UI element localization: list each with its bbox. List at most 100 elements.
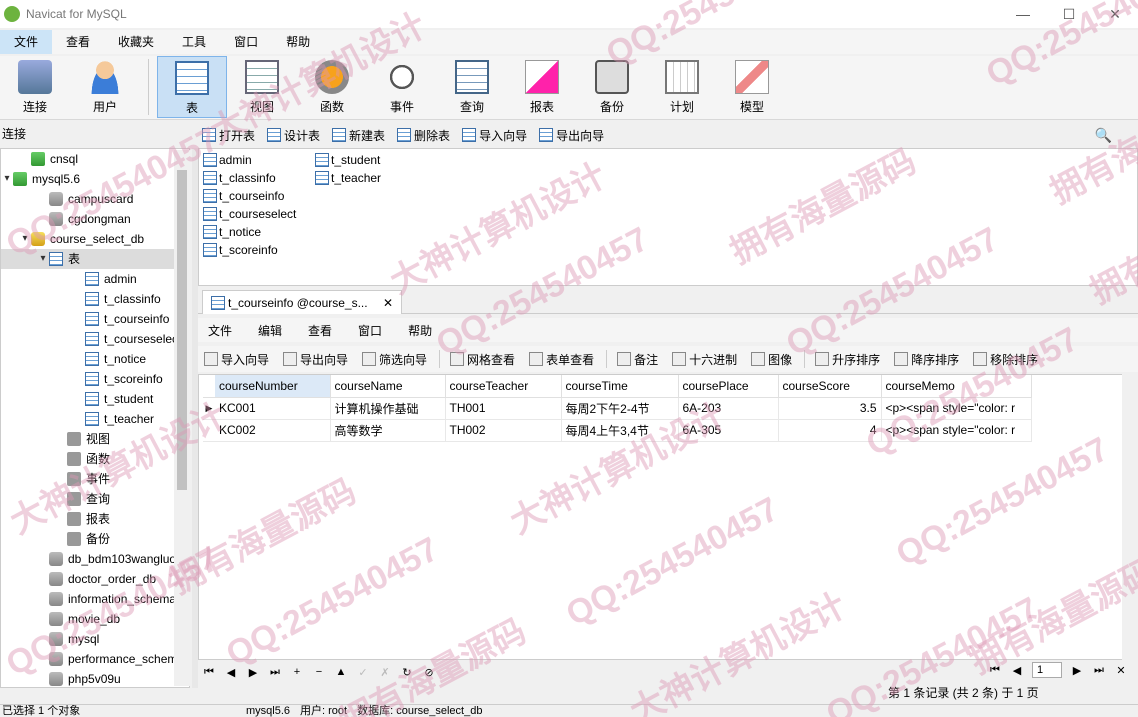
sub-menu-help[interactable]: 帮助 bbox=[398, 322, 442, 339]
column-header[interactable]: courseName bbox=[330, 375, 446, 398]
import-wizard-button[interactable]: 导入向导 bbox=[458, 127, 527, 144]
tree-item[interactable]: t_scoreinfo bbox=[1, 369, 189, 389]
export-wizard-button[interactable]: 导出向导 bbox=[277, 351, 348, 368]
table-row[interactable]: ▶ KC001 计算机操作基础 TH001 每周2下午2-4节 6A-203 3.5 <p><… bbox=[203, 397, 1032, 420]
toolbar-user-button[interactable]: 用户 bbox=[70, 56, 140, 118]
tab-t-courseinfo[interactable]: t_courseinfo @course_s... ✕ bbox=[202, 290, 402, 314]
minimize-button[interactable]: — bbox=[1000, 0, 1046, 28]
tree-item[interactable]: 查询 bbox=[1, 489, 189, 509]
menu-help[interactable]: 帮助 bbox=[272, 30, 324, 54]
hex-button[interactable]: 十六进制 bbox=[666, 351, 737, 368]
menu-favorites[interactable]: 收藏夹 bbox=[104, 30, 168, 54]
close-button[interactable]: ✕ bbox=[1092, 0, 1138, 28]
table-cell[interactable]: 6A-305 bbox=[678, 419, 779, 442]
table-cell[interactable]: 3.5 bbox=[778, 397, 882, 420]
image-button[interactable]: 图像 bbox=[745, 351, 792, 368]
page-number-input[interactable]: 1 bbox=[1032, 662, 1062, 678]
menu-tools[interactable]: 工具 bbox=[168, 30, 220, 54]
table-cell[interactable]: 高等数学 bbox=[330, 419, 446, 442]
sort-desc-button[interactable]: 降序排序 bbox=[888, 351, 959, 368]
stop-icon[interactable]: ⊘ bbox=[418, 666, 440, 679]
table-cell[interactable]: TH002 bbox=[445, 419, 562, 442]
tree-item[interactable]: t_courseinfo bbox=[1, 309, 189, 329]
delete-table-button[interactable]: 删除表 bbox=[393, 127, 450, 144]
prev-page-icon[interactable]: ◀ bbox=[1006, 664, 1028, 677]
delete-record-icon[interactable]: − bbox=[308, 666, 330, 678]
toolbar-event-button[interactable]: 事件 bbox=[367, 56, 437, 118]
toolbar-connection-button[interactable]: 连接 bbox=[0, 56, 70, 118]
table-cell[interactable]: 每周2下午2-4节 bbox=[561, 397, 679, 420]
tree-item[interactable]: t_classinfo bbox=[1, 289, 189, 309]
tree-item[interactable]: cnsql bbox=[1, 149, 189, 169]
table-cell[interactable]: <p><span style="color: r bbox=[881, 397, 1032, 420]
tree-item[interactable]: cgdongman bbox=[1, 209, 189, 229]
last-page-icon[interactable]: ⏭ bbox=[1088, 664, 1110, 677]
table-object[interactable]: t_courseselect bbox=[201, 205, 296, 223]
table-object[interactable]: t_classinfo bbox=[201, 169, 296, 187]
table-cell[interactable]: 4 bbox=[778, 419, 882, 442]
sort-asc-button[interactable]: 升序排序 bbox=[809, 351, 880, 368]
table-cell[interactable]: TH001 bbox=[445, 397, 562, 420]
memo-button[interactable]: 备注 bbox=[611, 351, 658, 368]
table-object[interactable]: t_scoreinfo bbox=[201, 241, 296, 259]
tree-item[interactable]: ▾ 表 bbox=[1, 249, 189, 269]
tree-item[interactable]: movie_db bbox=[1, 609, 189, 629]
tree-item[interactable]: doctor_order_db bbox=[1, 569, 189, 589]
next-record-icon[interactable]: ▶ bbox=[242, 666, 264, 679]
next-page-icon[interactable]: ▶ bbox=[1066, 664, 1088, 677]
tree-item[interactable]: performance_schema bbox=[1, 649, 189, 669]
tree-item[interactable]: 事件 bbox=[1, 469, 189, 489]
table-object[interactable]: admin bbox=[201, 151, 296, 169]
tree-item[interactable]: php5v09u bbox=[1, 669, 189, 687]
toolbar-backup-button[interactable]: 备份 bbox=[577, 56, 647, 118]
grid-scrollbar[interactable] bbox=[1122, 374, 1138, 660]
prev-record-icon[interactable]: ◀ bbox=[220, 666, 242, 679]
maximize-button[interactable]: ☐ bbox=[1046, 0, 1092, 28]
tree-item[interactable]: t_courseselect bbox=[1, 329, 189, 349]
column-header[interactable]: courseTime bbox=[561, 375, 679, 398]
toolbar-query-button[interactable]: 查询 bbox=[437, 56, 507, 118]
filter-wizard-button[interactable]: 筛选向导 bbox=[356, 351, 427, 368]
menu-window[interactable]: 窗口 bbox=[220, 30, 272, 54]
table-cell[interactable]: KC002 bbox=[215, 419, 331, 442]
table-cell[interactable]: 每周4上午3,4节 bbox=[561, 419, 679, 442]
form-view-button[interactable]: 表单查看 bbox=[523, 351, 594, 368]
expand-arrow-icon[interactable]: ▾ bbox=[1, 169, 13, 189]
table-cell[interactable]: 计算机操作基础 bbox=[330, 397, 446, 420]
column-header[interactable]: courseNumber bbox=[215, 375, 331, 398]
expand-arrow-icon[interactable]: ▾ bbox=[19, 229, 31, 249]
table-object[interactable]: t_notice bbox=[201, 223, 296, 241]
sub-menu-window[interactable]: 窗口 bbox=[348, 322, 392, 339]
first-record-icon[interactable]: ⏮ bbox=[198, 666, 220, 679]
check-icon[interactable]: ✓ bbox=[352, 666, 374, 679]
sub-menu-edit[interactable]: 编辑 bbox=[248, 322, 292, 339]
first-page-icon[interactable]: ⏮ bbox=[984, 664, 1006, 677]
tree-item[interactable]: 视图 bbox=[1, 429, 189, 449]
add-record-icon[interactable]: + bbox=[286, 666, 308, 678]
toolbar-model-button[interactable]: 模型 bbox=[717, 56, 787, 118]
new-table-button[interactable]: 新建表 bbox=[328, 127, 385, 144]
tree-item[interactable]: mysql bbox=[1, 629, 189, 649]
refresh-icon[interactable]: ↻ bbox=[396, 666, 418, 679]
open-table-button[interactable]: 打开表 bbox=[198, 127, 255, 144]
tree-item[interactable]: ▾ course_select_db bbox=[1, 229, 189, 249]
table-object[interactable]: t_student bbox=[313, 151, 381, 169]
expand-arrow-icon[interactable]: ▾ bbox=[37, 249, 49, 269]
design-table-button[interactable]: 设计表 bbox=[263, 127, 320, 144]
column-header[interactable]: courseMemo bbox=[881, 375, 1032, 398]
tree-item[interactable]: campuscard bbox=[1, 189, 189, 209]
tree-item[interactable]: ▾ mysql5.6 bbox=[1, 169, 189, 189]
column-header[interactable]: courseTeacher bbox=[445, 375, 562, 398]
column-header[interactable]: coursePlace bbox=[678, 375, 779, 398]
export-wizard-button[interactable]: 导出向导 bbox=[535, 127, 604, 144]
grid-view-button[interactable]: 网格查看 bbox=[444, 351, 515, 368]
table-object[interactable]: t_teacher bbox=[313, 169, 381, 187]
settings-icon[interactable]: ✕ bbox=[1110, 664, 1132, 677]
last-record-icon[interactable]: ⏭ bbox=[264, 666, 286, 679]
apply-changes-icon[interactable]: ▲ bbox=[330, 666, 352, 678]
sub-menu-file[interactable]: 文件 bbox=[198, 322, 242, 339]
tree-item[interactable]: 报表 bbox=[1, 509, 189, 529]
tab-close-icon[interactable]: ✕ bbox=[383, 296, 393, 310]
menu-view[interactable]: 查看 bbox=[52, 30, 104, 54]
tree-item[interactable]: t_student bbox=[1, 389, 189, 409]
